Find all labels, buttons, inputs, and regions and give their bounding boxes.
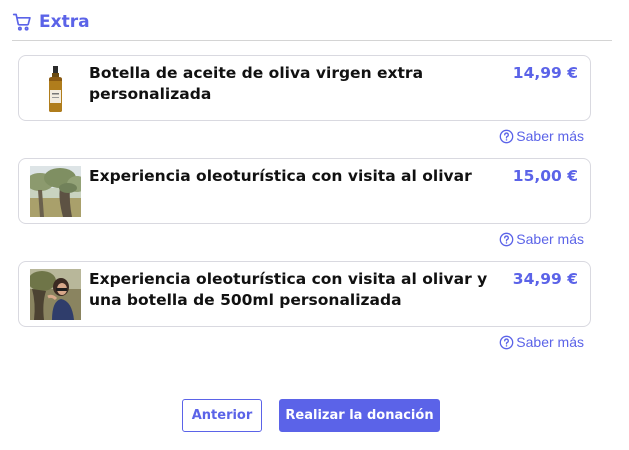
product-card[interactable]: Experiencia oleoturística con visita al … [18,158,591,224]
question-circle-icon [499,232,514,246]
saber-mas-link[interactable]: Saber más [499,128,584,144]
product-price: 34,99 € [512,270,578,288]
product-card[interactable]: Experiencia oleoturística con visita al … [18,261,591,327]
section-header: Extra [12,9,90,35]
previous-button[interactable]: Anterior [182,399,262,432]
section-title: Extra [39,12,90,32]
product-price: 15,00 € [512,167,578,185]
cart-icon [12,12,32,32]
olive-oil-bottle-image [30,63,81,114]
olive-grove-image [30,166,81,217]
donate-button[interactable]: Realizar la donación [279,399,440,432]
question-circle-icon [499,335,514,349]
visitor-olive-tree-image [30,269,81,320]
saber-mas-label: Saber más [516,128,584,144]
product-name: Botella de aceite de oliva virgen extra … [89,64,424,103]
saber-mas-label: Saber más [516,334,584,350]
saber-mas-link[interactable]: Saber más [499,231,584,247]
saber-mas-link[interactable]: Saber más [499,334,584,350]
question-circle-icon [499,129,514,143]
product-price: 14,99 € [512,64,578,82]
product-name: Experiencia oleoturística con visita al … [89,270,488,309]
saber-mas-label: Saber más [516,231,584,247]
product-name: Experiencia oleoturística con visita al … [89,167,472,185]
product-card[interactable]: Botella de aceite de oliva virgen extra … [18,55,591,121]
divider [12,40,612,41]
